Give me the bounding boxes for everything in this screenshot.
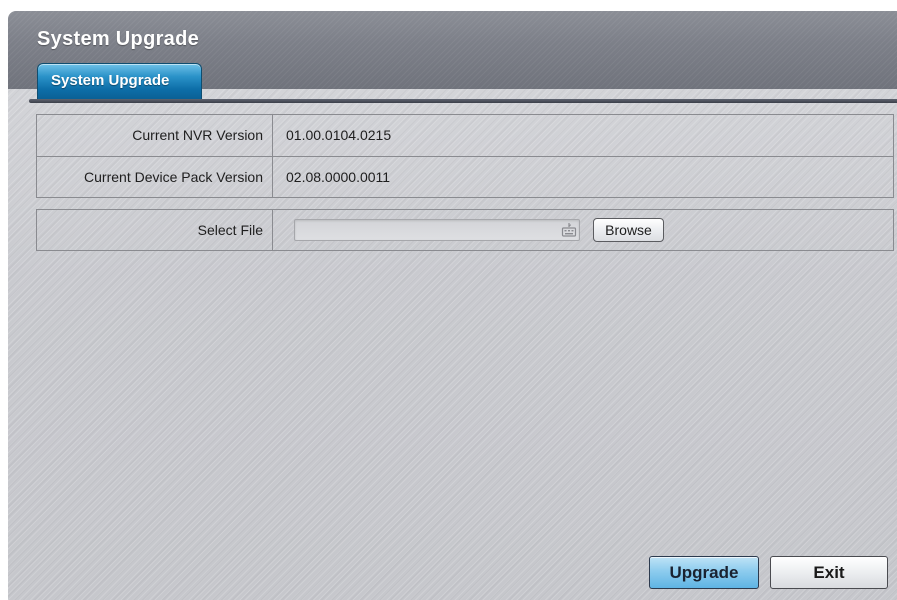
- upgrade-button[interactable]: Upgrade: [649, 556, 759, 589]
- exit-button[interactable]: Exit: [770, 556, 888, 589]
- tab-label: System Upgrade: [51, 72, 170, 89]
- file-path-input[interactable]: [294, 219, 580, 241]
- device-pack-version-label: Current Device Pack Version: [37, 157, 273, 197]
- tab-system-upgrade[interactable]: System Upgrade: [37, 63, 202, 100]
- keyboard-icon[interactable]: [561, 223, 577, 237]
- system-upgrade-window: System Upgrade System Upgrade Current NV…: [8, 11, 897, 600]
- window-title: System Upgrade: [37, 28, 200, 50]
- select-file-row: Select File Browse: [36, 209, 894, 251]
- tab-underline: [29, 99, 897, 103]
- device-pack-version-row: Current Device Pack Version 02.08.0000.0…: [37, 156, 893, 197]
- nvr-version-row: Current NVR Version 01.00.0104.0215: [37, 115, 893, 156]
- version-info-table: Current NVR Version 01.00.0104.0215 Curr…: [36, 114, 894, 198]
- select-file-label: Select File: [37, 210, 273, 250]
- nvr-version-value: 01.00.0104.0215: [286, 127, 392, 143]
- browse-button[interactable]: Browse: [593, 218, 664, 242]
- nvr-version-label: Current NVR Version: [37, 115, 273, 156]
- device-pack-version-value: 02.08.0000.0011: [286, 169, 391, 185]
